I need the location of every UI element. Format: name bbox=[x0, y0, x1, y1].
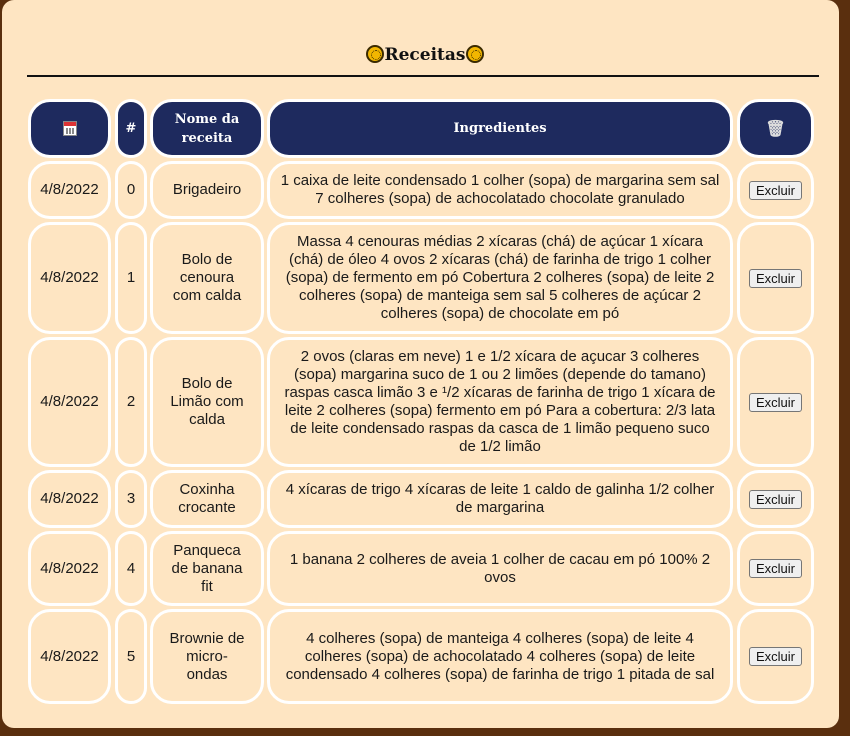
cell-ingredients: 1 caixa de leite condensado 1 colher (so… bbox=[267, 161, 733, 219]
cell-date-text: 4/8/2022 bbox=[40, 647, 99, 665]
cell-index-text: 4 bbox=[126, 559, 136, 577]
cell-date-text: 4/8/2022 bbox=[40, 269, 99, 286]
delete-button[interactable]: Excluir bbox=[748, 489, 802, 509]
cell-ingredients-text: 2 ovos (claras em neve) 1 e 1/2 xícara d… bbox=[284, 348, 716, 455]
cell-date-text: 4/8/2022 bbox=[40, 490, 99, 507]
header-index: # bbox=[115, 99, 147, 158]
cell-date-text: 4/8/2022 bbox=[40, 393, 99, 410]
delete-button[interactable]: Excluir bbox=[748, 268, 802, 288]
cell-recipe-name-text: Bolo de cenoura com calda bbox=[172, 251, 242, 304]
cell-recipe-name-text: Panqueca de banana fit bbox=[171, 541, 243, 595]
cell-index-text: 3 bbox=[126, 490, 136, 507]
cell-delete: Excluir bbox=[737, 531, 814, 606]
delete-button[interactable]: Excluir bbox=[748, 647, 802, 666]
cell-ingredients: 4 xícaras de trigo 4 xícaras de leite 1 … bbox=[267, 470, 733, 528]
cell-ingredients-text: 4 xícaras de trigo 4 xícaras de leite 1 … bbox=[285, 481, 715, 516]
cell-index: 3 bbox=[115, 470, 147, 528]
cell-date: 4/8/2022 bbox=[28, 337, 111, 467]
delete-button[interactable]: Excluir bbox=[748, 180, 802, 200]
cell-index: 2 bbox=[115, 337, 147, 467]
cell-date: 4/8/2022 bbox=[28, 531, 111, 606]
cell-recipe-name: Coxinha crocante bbox=[150, 470, 264, 528]
cell-recipe-name: Bolo de cenoura com calda bbox=[150, 222, 264, 334]
title-divider bbox=[27, 75, 819, 77]
cell-delete: Excluir bbox=[737, 161, 814, 219]
cell-delete: Excluir bbox=[737, 222, 814, 334]
cell-ingredients: 1 banana 2 colheres de aveia 1 colher de… bbox=[267, 531, 733, 606]
cell-recipe-name-text: Brigadeiro bbox=[172, 181, 242, 198]
cell-delete: Excluir bbox=[737, 470, 814, 528]
cell-index-text: 1 bbox=[126, 269, 136, 286]
cell-recipe-name-text: Bolo de Limão com calda bbox=[170, 375, 244, 428]
header-delete: 🗑 bbox=[737, 99, 814, 158]
cell-index: 4 bbox=[115, 531, 147, 606]
cell-ingredients-text: Massa 4 cenouras médias 2 xícaras (chá) … bbox=[285, 233, 715, 322]
cell-index-text: 0 bbox=[126, 181, 136, 198]
cell-recipe-name: Panqueca de banana fit bbox=[150, 531, 264, 606]
cell-ingredients-text: 1 caixa de leite condensado 1 colher (so… bbox=[280, 172, 720, 207]
delete-button[interactable]: Excluir bbox=[748, 559, 802, 578]
cell-date: 4/8/2022 bbox=[28, 470, 111, 528]
coin-icon bbox=[465, 45, 484, 63]
cell-date-text: 4/8/2022 bbox=[40, 181, 99, 198]
cell-index: 1 bbox=[115, 222, 147, 334]
calendar-icon bbox=[62, 121, 77, 136]
cell-date: 4/8/2022 bbox=[28, 161, 111, 219]
cell-recipe-name: Bolo de Limão com calda bbox=[150, 337, 264, 467]
header-date bbox=[28, 99, 111, 158]
cell-recipe-name-text: Brownie de micro-ondas bbox=[169, 629, 245, 683]
cell-recipe-name: Brigadeiro bbox=[150, 161, 264, 219]
cell-ingredients-text: 4 colheres (sopa) de manteiga 4 colheres… bbox=[285, 629, 715, 683]
cell-index-text: 5 bbox=[126, 647, 136, 665]
coin-icon bbox=[366, 45, 385, 63]
cell-ingredients: 2 ovos (claras em neve) 1 e 1/2 xícara d… bbox=[267, 337, 733, 467]
trash-icon: 🗑 bbox=[765, 118, 786, 138]
cell-index: 0 bbox=[115, 161, 147, 219]
cell-delete: Excluir bbox=[737, 609, 814, 704]
header-recipe-name: Nome da receita bbox=[150, 99, 264, 158]
cell-delete: Excluir bbox=[737, 337, 814, 467]
cell-index-text: 2 bbox=[126, 393, 136, 410]
cell-date-text: 4/8/2022 bbox=[40, 559, 99, 577]
cell-recipe-name: Brownie de micro-ondas bbox=[150, 609, 264, 704]
cell-index: 5 bbox=[115, 609, 147, 704]
page-title: Receitas bbox=[2, 45, 848, 65]
cell-ingredients: Massa 4 cenouras médias 2 xícaras (chá) … bbox=[267, 222, 733, 334]
delete-button[interactable]: Excluir bbox=[748, 392, 802, 412]
cell-ingredients: 4 colheres (sopa) de manteiga 4 colheres… bbox=[267, 609, 733, 704]
cell-ingredients-text: 1 banana 2 colheres de aveia 1 colher de… bbox=[289, 550, 711, 586]
cell-recipe-name-text: Coxinha crocante bbox=[178, 481, 236, 516]
cell-date: 4/8/2022 bbox=[28, 222, 111, 334]
cell-date: 4/8/2022 bbox=[28, 609, 111, 704]
header-ingredients: Ingredientes bbox=[267, 99, 733, 158]
